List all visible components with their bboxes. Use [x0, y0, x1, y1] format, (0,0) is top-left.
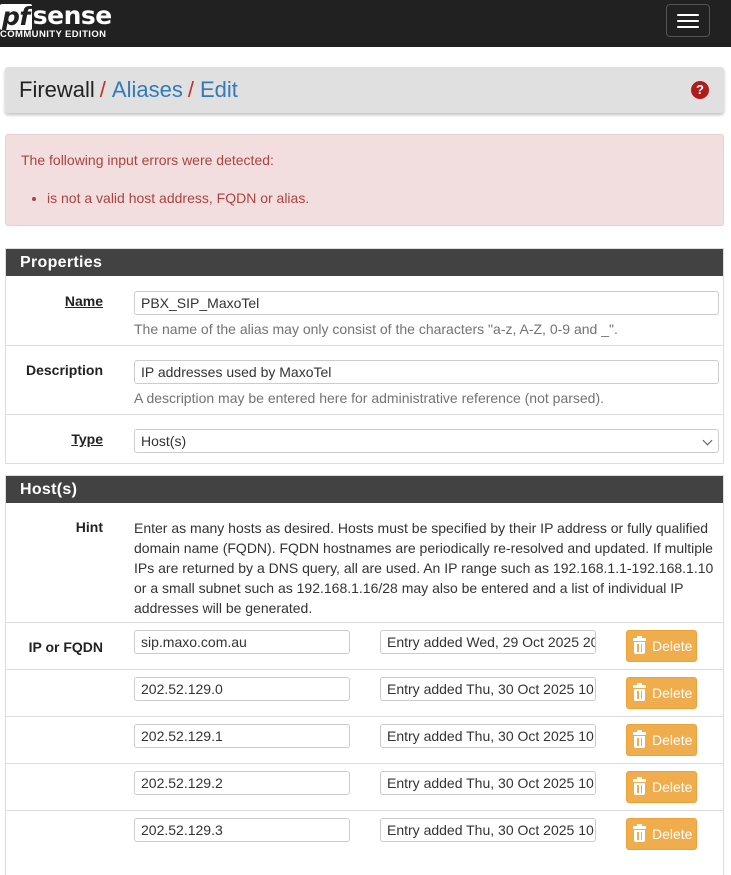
- hint-label: Hint: [75, 519, 103, 535]
- delete-label: Delete: [652, 685, 693, 701]
- description-input[interactable]: IP addresses used by MaxoTel: [134, 360, 719, 384]
- host-description-input[interactable]: Entry added Thu, 30 Oct 2025 10: [380, 771, 596, 795]
- delete-button[interactable]: Delete: [626, 771, 697, 803]
- host-entry-row: 202.52.129.2 Entry added Thu, 30 Oct 202…: [6, 764, 723, 811]
- type-select[interactable]: Host(s): [134, 429, 719, 453]
- host-description-input[interactable]: Entry added Thu, 30 Oct 2025 10: [380, 677, 596, 701]
- delete-label: Delete: [652, 826, 693, 842]
- host-ip-input[interactable]: 202.52.129.2: [134, 771, 350, 795]
- properties-panel: Properties Name PBX_SIP_MaxoTel The name…: [5, 248, 724, 464]
- host-description-input[interactable]: Entry added Wed, 29 Oct 2025 20: [380, 630, 596, 654]
- hosts-heading: Host(s): [6, 476, 723, 503]
- hint-text: Enter as many hosts as desired. Hosts mu…: [134, 520, 714, 616]
- properties-heading: Properties: [6, 249, 723, 276]
- host-ip-input[interactable]: 202.52.129.3: [134, 818, 350, 842]
- hamburger-icon-bar: [677, 13, 699, 16]
- chevron-down-icon: [702, 435, 713, 446]
- description-row: Description IP addresses used by MaxoTel…: [6, 346, 723, 415]
- logo-pf: pf: [0, 2, 32, 31]
- host-entry-row: IP or FQDN sip.maxo.com.au Entry added W…: [6, 623, 723, 670]
- trash-icon: [633, 636, 646, 654]
- ip-or-fqdn-label: IP or FQDN: [28, 639, 103, 655]
- hosts-panel: Host(s) Hint Enter as many hosts as desi…: [5, 475, 724, 875]
- host-ip-input[interactable]: sip.maxo.com.au: [134, 630, 350, 654]
- host-description-input[interactable]: Entry added Thu, 30 Oct 2025 10: [380, 724, 596, 748]
- type-selected-value: Host(s): [141, 433, 187, 449]
- description-help-text: A description may be entered here for ad…: [134, 390, 605, 406]
- breadcrumb: Firewall / Aliases / Edit ?: [5, 67, 724, 113]
- host-entry-row: 202.52.129.0 Entry added Thu, 30 Oct 202…: [6, 670, 723, 717]
- type-row: Type Host(s): [6, 415, 723, 463]
- delete-button[interactable]: Delete: [626, 818, 697, 850]
- breadcrumb-separator: /: [187, 77, 194, 102]
- top-navbar: pf sense COMMUNITY EDITION: [0, 0, 731, 47]
- logo-sense: sense: [32, 1, 112, 30]
- hamburger-icon-bar: [677, 19, 699, 22]
- error-list: is not a valid host address, FQDN or ali…: [21, 190, 708, 206]
- delete-button[interactable]: Delete: [626, 630, 697, 662]
- breadcrumb-separator: /: [99, 77, 106, 102]
- hamburger-icon-bar: [677, 25, 699, 28]
- trash-icon: [633, 824, 646, 842]
- host-ip-input[interactable]: 202.52.129.1: [134, 724, 350, 748]
- name-help-text: The name of the alias may only consist o…: [134, 321, 618, 337]
- type-label: Type: [71, 431, 103, 447]
- breadcrumb-aliases-link[interactable]: Aliases: [112, 77, 183, 103]
- logo-edition: COMMUNITY EDITION: [0, 29, 107, 40]
- delete-button[interactable]: Delete: [626, 724, 697, 756]
- name-row: Name PBX_SIP_MaxoTel The name of the ali…: [6, 276, 723, 346]
- name-input[interactable]: PBX_SIP_MaxoTel: [134, 291, 719, 315]
- breadcrumb-edit-link[interactable]: Edit: [200, 77, 238, 103]
- name-label: Name: [64, 293, 103, 309]
- logo-wordmark: pf sense: [0, 2, 112, 30]
- trash-icon: [633, 683, 646, 701]
- hint-row: Hint Enter as many hosts as desired. Hos…: [6, 503, 723, 623]
- delete-label: Delete: [652, 732, 693, 748]
- host-description-input[interactable]: Entry added Thu, 30 Oct 2025 10: [380, 818, 596, 842]
- trash-icon: [633, 730, 646, 748]
- hamburger-menu-button[interactable]: [666, 4, 710, 37]
- host-entry-row: 202.52.129.1 Entry added Thu, 30 Oct 202…: [6, 717, 723, 764]
- delete-button[interactable]: Delete: [626, 677, 697, 709]
- host-entry-row: 202.52.129.3 Entry added Thu, 30 Oct 202…: [6, 811, 723, 858]
- breadcrumb-firewall: Firewall: [19, 77, 95, 102]
- host-ip-input[interactable]: 202.52.129.0: [134, 677, 350, 701]
- pfsense-logo[interactable]: pf sense COMMUNITY EDITION: [0, 2, 112, 40]
- delete-label: Delete: [652, 638, 693, 654]
- description-label: Description: [25, 362, 103, 378]
- trash-icon: [633, 777, 646, 795]
- error-item: is not a valid host address, FQDN or ali…: [47, 190, 708, 206]
- alert-heading: The following input errors were detected…: [21, 152, 274, 168]
- question-circle-icon[interactable]: ?: [691, 81, 709, 99]
- input-errors-alert: The following input errors were detected…: [5, 134, 724, 226]
- delete-label: Delete: [652, 779, 693, 795]
